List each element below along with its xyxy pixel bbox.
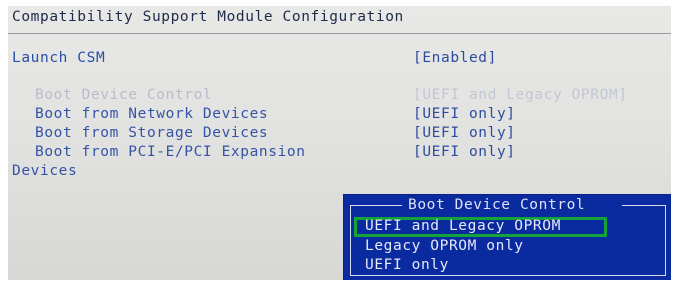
title-divider <box>8 33 671 34</box>
popup-option-uefi-and-legacy[interactable]: UEFI and Legacy OPROM <box>365 218 561 234</box>
setting-value-boot-device-control[interactable]: [UEFI and Legacy OPROM] <box>413 87 628 103</box>
popup-title-rule-right <box>622 205 665 206</box>
setting-label-boot-device-control[interactable]: Boot Device Control <box>35 87 212 103</box>
boot-device-control-popup: Boot Device Control UEFI and Legacy OPRO… <box>344 195 671 280</box>
setting-label-launch-csm[interactable]: Launch CSM <box>12 50 105 66</box>
popup-title: Boot Device Control <box>408 197 586 213</box>
popup-option-legacy-only[interactable]: Legacy OPROM only <box>365 238 524 254</box>
setting-label-boot-pci-wrap[interactable]: Devices <box>12 163 77 179</box>
setting-label-boot-pci[interactable]: Boot from PCI-E/PCI Expansion <box>35 144 306 160</box>
setting-value-launch-csm[interactable]: [Enabled] <box>413 50 497 66</box>
setting-label-boot-storage[interactable]: Boot from Storage Devices <box>35 125 268 141</box>
setting-value-boot-network[interactable]: [UEFI only] <box>413 106 516 122</box>
popup-option-uefi-only[interactable]: UEFI only <box>365 257 449 273</box>
popup-title-rule-left <box>350 205 402 206</box>
setting-label-boot-network[interactable]: Boot from Network Devices <box>35 106 268 122</box>
bios-screen: Compatibility Support Module Configurati… <box>8 6 671 280</box>
setting-value-boot-pci[interactable]: [UEFI only] <box>413 144 516 160</box>
setting-value-boot-storage[interactable]: [UEFI only] <box>413 125 516 141</box>
page-title: Compatibility Support Module Configurati… <box>12 9 404 25</box>
